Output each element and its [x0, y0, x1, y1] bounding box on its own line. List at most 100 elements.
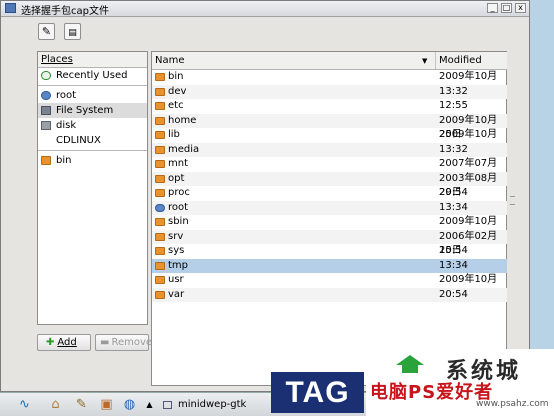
column-header-name[interactable]: Name [152, 52, 436, 69]
sidebar-item-disk[interactable]: disk [38, 118, 147, 133]
folder-icon [155, 174, 165, 183]
file-modified: 20:54 [439, 288, 468, 300]
file-modified: 20:54 [439, 245, 468, 256]
folder-icon [155, 73, 165, 81]
home-folder-icon[interactable]: ⌂ [47, 397, 64, 413]
minus-icon: ▬ [100, 337, 110, 348]
file-row[interactable]: mnt2007年07月31日 [152, 157, 507, 183]
sidebar-item-label: bin [56, 155, 72, 166]
file-modified: 13:32 [439, 143, 468, 155]
file-name: dev [168, 85, 187, 97]
title-bar[interactable]: 选择握手包cap文件 _ □ x [1, 1, 529, 17]
places-header[interactable]: Places [38, 52, 147, 68]
pencil-icon[interactable]: ✎ [73, 397, 90, 413]
file-modified: 20:54 [439, 187, 468, 198]
file-row[interactable]: var 20:54 [152, 287, 507, 302]
site-logo-icon [396, 355, 424, 373]
file-row[interactable]: opt 2003年08月29日 [152, 171, 507, 198]
file-system-icon: ▤ [68, 28, 77, 38]
site-watermark: 系统城 电脑PS爱好者 www.psahz.com [366, 349, 554, 416]
file-list-header: Name ▼ Modified [152, 52, 507, 70]
file-name: home [168, 114, 197, 126]
start-menu-icon[interactable]: ∿ [16, 397, 33, 413]
edit-location-button[interactable]: ✎ [38, 23, 55, 40]
folder-icon [155, 145, 165, 154]
media-icon[interactable]: ▣ [98, 397, 115, 413]
file-modified: 13:32 [439, 85, 468, 97]
file-row[interactable]: root 13:34 [152, 200, 507, 215]
file-name: mnt [168, 158, 188, 169]
close-button[interactable]: x [515, 3, 526, 13]
drive-icon [41, 121, 51, 130]
file-row[interactable]: sys 20:54 [152, 244, 507, 259]
arrow-up-icon[interactable]: ▲ [141, 397, 158, 413]
sidebar-item-label: Recently Used [56, 70, 128, 81]
folder-icon [155, 232, 165, 241]
folder-icon [155, 131, 165, 139]
file-row[interactable]: media 13:32 [152, 142, 507, 157]
recent-icon [41, 71, 51, 80]
window-icon [5, 3, 16, 13]
file-name: opt [168, 172, 185, 184]
file-name: sbin [168, 216, 189, 227]
folder-icon [155, 261, 165, 270]
file-row[interactable]: bin2009年10月22日 [152, 70, 507, 96]
file-row[interactable]: lib2009年10月29日 [152, 128, 507, 154]
sidebar-item-bin[interactable]: bin [38, 153, 147, 168]
file-row[interactable]: sbin2009年10月29日 [152, 215, 507, 241]
file-row[interactable]: tmp 13:34 [152, 258, 507, 273]
sidebar-item-file-system[interactable]: File System [38, 103, 147, 118]
globe-icon[interactable]: ◍ [121, 397, 138, 413]
file-row[interactable]: usr2009年10月25日 [152, 273, 507, 299]
file-name: bin [168, 71, 184, 82]
folder-icon [155, 189, 165, 197]
file-name: tmp [168, 259, 189, 271]
maximize-button[interactable]: □ [501, 3, 512, 13]
minimize-button[interactable]: _ [487, 3, 498, 13]
sort-down-icon[interactable]: ▼ [422, 57, 427, 65]
sidebar-item-cdlinux[interactable]: CDLINUX [38, 133, 147, 148]
home-icon [155, 203, 165, 212]
sidebar-item-recently-used[interactable]: Recently Used [38, 68, 147, 83]
file-name: var [168, 288, 185, 300]
folder-icon [41, 156, 51, 165]
column-header-modified[interactable]: Modified [436, 52, 507, 69]
file-chooser-window: 选择握手包cap文件 _ □ x ✎ ▤ Places Recently Use… [0, 0, 530, 392]
sidebar-item-label: File System [56, 105, 114, 116]
file-name: sys [168, 245, 185, 256]
path-button[interactable]: ▤ [64, 23, 81, 40]
file-row[interactable]: etc 12:55 [152, 99, 507, 114]
scrollbar-grip[interactable] [510, 196, 515, 205]
file-row[interactable]: home 2009年10月25日 [152, 113, 507, 140]
folder-icon [155, 102, 165, 110]
file-modified: 12:55 [439, 100, 468, 111]
file-name: srv [168, 230, 184, 242]
file-name: etc [168, 100, 184, 111]
sidebar-item-label: disk [56, 120, 77, 131]
file-name: media [168, 143, 200, 155]
file-name: usr [168, 274, 184, 285]
folder-icon [155, 160, 165, 168]
home-icon [41, 91, 51, 100]
file-row[interactable]: proc 20:54 [152, 186, 507, 201]
sidebar-item-root[interactable]: root [38, 88, 147, 103]
folder-icon [155, 290, 165, 299]
file-row[interactable]: dev 13:32 [152, 84, 507, 99]
add-bookmark-button[interactable]: ✚ Add [37, 334, 91, 351]
file-modified: 13:34 [439, 201, 468, 213]
taskbar-window-item[interactable]: minidwep-gtk [163, 398, 246, 412]
tag-watermark: TAG [271, 372, 364, 413]
file-row[interactable]: srv 2006年02月15日 [152, 229, 507, 256]
sidebar-item-label: CDLINUX [56, 135, 101, 146]
remove-bookmark-button[interactable]: ▬ Remove [95, 334, 152, 351]
sidebar-item-label: root [56, 90, 77, 101]
places-sidebar: Places Recently Used root File System di… [37, 51, 148, 325]
folder-icon [155, 247, 165, 255]
file-name: lib [168, 129, 180, 140]
file-name: proc [168, 187, 190, 198]
file-list: Name ▼ Modified bin2009年10月22日dev 13:32 et… [151, 51, 507, 386]
scrollbar[interactable] [508, 51, 517, 386]
folder-icon [155, 87, 165, 96]
folder-icon [155, 116, 165, 125]
plus-icon: ✚ [46, 337, 55, 348]
